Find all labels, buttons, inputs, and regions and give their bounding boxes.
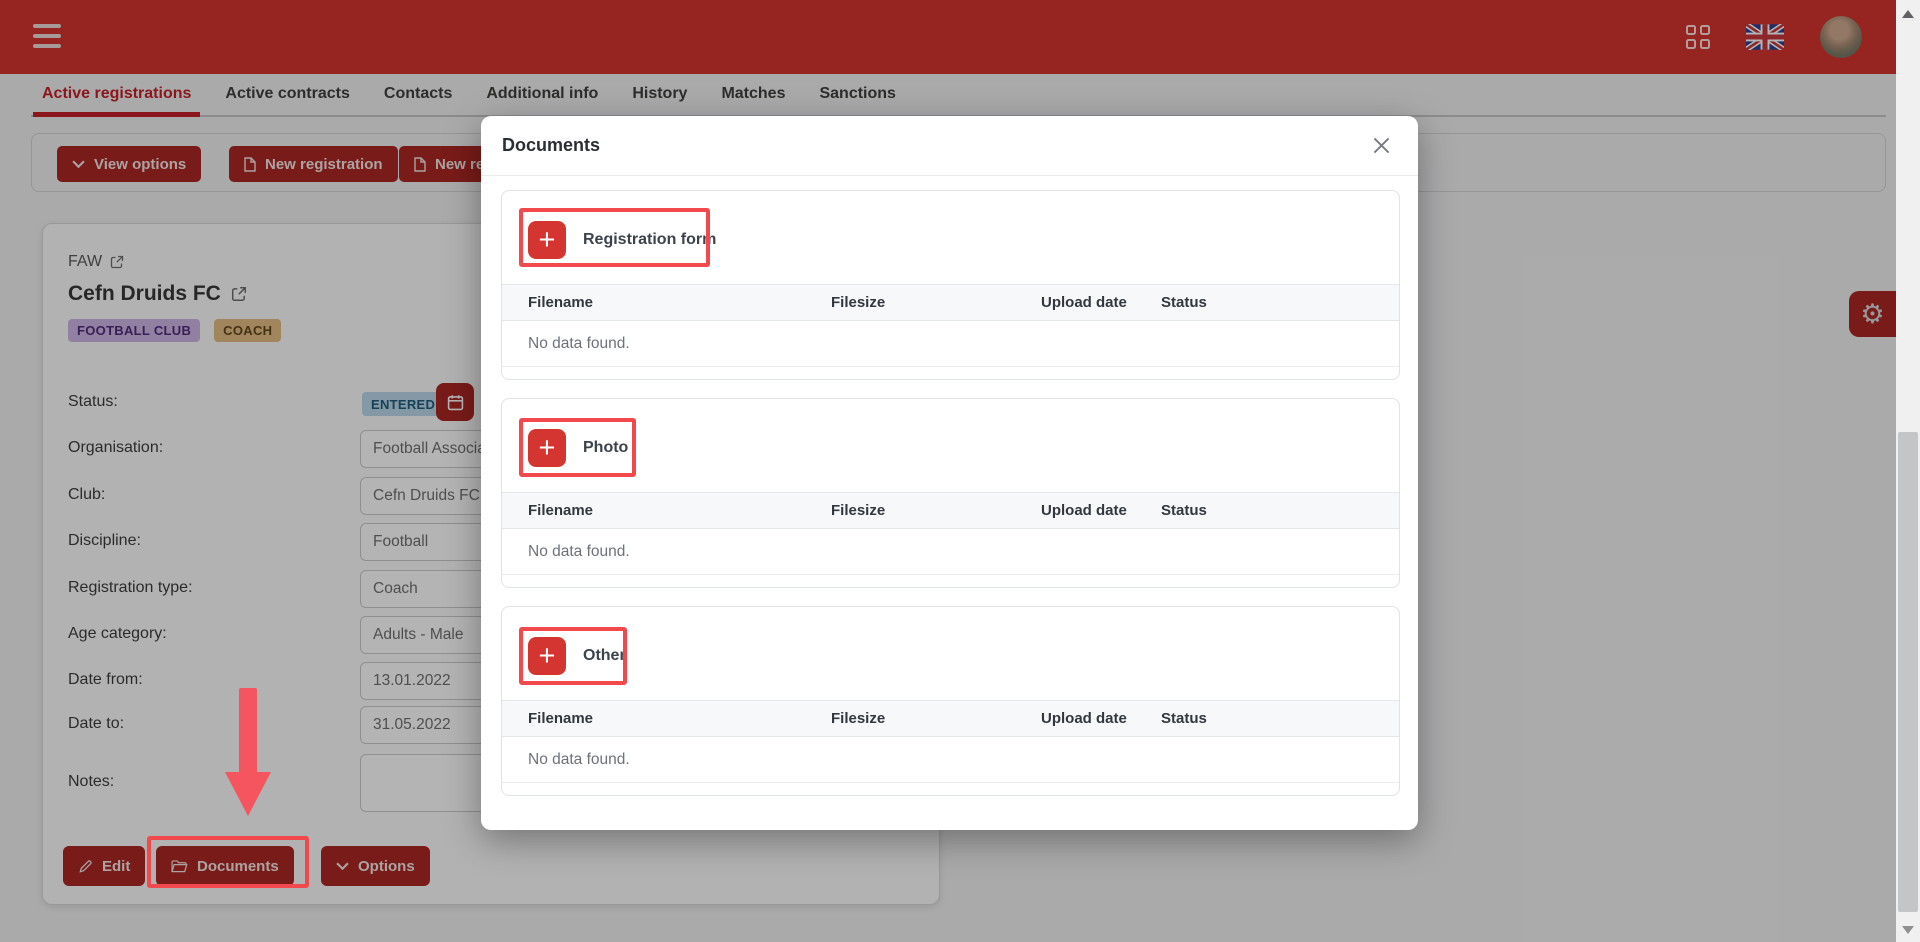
section-other: + Other Filename Filesize Upload date St… [501,606,1400,796]
table-header-row: Filename Filesize Upload date Status [502,492,1399,529]
table-header-row: Filename Filesize Upload date Status [502,284,1399,321]
annotation-arrow [239,688,257,774]
add-registration-form-button[interactable]: + [528,221,566,259]
table-header-row: Filename Filesize Upload date Status [502,700,1399,737]
plus-icon: + [539,642,556,671]
plus-icon: + [539,226,556,255]
col-status: Status [1161,710,1207,727]
col-filename: Filename [528,710,831,727]
photo-add-row: + Photo [528,429,628,467]
col-upload-date: Upload date [1041,294,1161,311]
other-add-row: + Other [528,637,626,675]
documents-modal: Documents + Registration form Filename F… [481,116,1418,830]
scroll-up-arrow-icon[interactable] [1902,10,1914,18]
plus-icon: + [539,434,556,463]
empty-row: No data found. [502,529,1399,575]
close-button[interactable] [1369,133,1394,158]
col-status: Status [1161,502,1207,519]
col-filesize: Filesize [831,502,1041,519]
col-upload-date: Upload date [1041,502,1161,519]
section-label: Registration form [583,231,716,249]
col-filesize: Filesize [831,710,1041,727]
scroll-down-arrow-icon[interactable] [1902,926,1914,934]
registration-form-add-row: + Registration form [528,221,716,259]
annotation-arrow-head [225,772,271,816]
section-photo: + Photo Filename Filesize Upload date St… [501,398,1400,588]
close-icon [1373,137,1390,154]
modal-title: Documents [502,135,600,156]
col-status: Status [1161,294,1207,311]
col-upload-date: Upload date [1041,710,1161,727]
empty-row: No data found. [502,737,1399,783]
col-filename: Filename [528,502,831,519]
scrollbar-thumb[interactable] [1898,432,1918,912]
section-label: Other [583,647,626,665]
modal-body: + Registration form Filename Filesize Up… [481,176,1418,796]
col-filename: Filename [528,294,831,311]
add-other-button[interactable]: + [528,637,566,675]
section-label: Photo [583,439,628,457]
empty-row: No data found. [502,321,1399,367]
col-filesize: Filesize [831,294,1041,311]
vertical-scrollbar[interactable] [1896,0,1920,942]
section-registration-form: + Registration form Filename Filesize Up… [501,190,1400,380]
add-photo-button[interactable]: + [528,429,566,467]
modal-header: Documents [481,116,1418,176]
